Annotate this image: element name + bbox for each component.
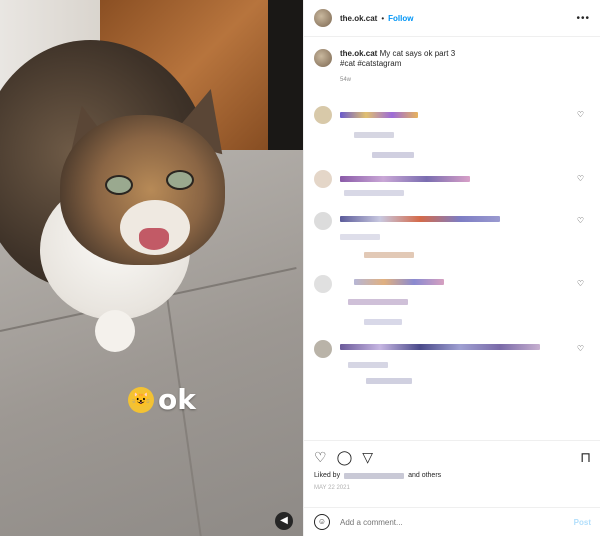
- like-comment-icon[interactable]: ♡: [577, 279, 584, 288]
- avatar[interactable]: [314, 106, 332, 124]
- instagram-post-modal: 😺 ok ◀ the.ok.cat • Follow ••• the.ok.ca…: [0, 0, 600, 536]
- view-replies-link[interactable]: [364, 252, 414, 258]
- follow-button[interactable]: Follow: [388, 14, 413, 23]
- comment-meta: [340, 234, 380, 240]
- comment-meta: [354, 132, 394, 138]
- smile-icon[interactable]: ☺: [314, 514, 330, 530]
- avatar[interactable]: [314, 9, 332, 27]
- separator-dot: •: [381, 13, 385, 23]
- caption-username[interactable]: the.ok.cat: [340, 49, 377, 58]
- comment-meta: [348, 299, 408, 305]
- post-side-panel: the.ok.cat • Follow ••• the.ok.cat My ca…: [303, 0, 600, 536]
- caption-row: the.ok.cat My cat says ok part 3 #cat #c…: [304, 37, 600, 85]
- avatar[interactable]: [314, 49, 332, 67]
- speaker-icon[interactable]: ◀: [275, 512, 293, 530]
- view-replies-link[interactable]: [364, 319, 402, 325]
- action-icons: ♡ ◯ ▽ ⊓: [304, 441, 600, 466]
- post-video[interactable]: 😺 ok ◀: [0, 0, 303, 536]
- like-comment-icon[interactable]: ♡: [577, 110, 584, 119]
- comment-item: ♡: [314, 340, 584, 400]
- avatar[interactable]: [314, 340, 332, 358]
- username-link[interactable]: the.ok.cat: [340, 14, 377, 23]
- comment-meta: [348, 362, 388, 368]
- comment-item: ♡: [314, 212, 584, 272]
- view-replies-link[interactable]: [366, 378, 412, 384]
- like-icon[interactable]: ♡: [314, 449, 327, 466]
- cat-paw: [95, 310, 135, 352]
- likes-summary: Liked by and others: [304, 466, 600, 479]
- comment-item: ♡: [314, 275, 584, 335]
- caption-timestamp: 54w: [340, 77, 352, 83]
- comment-meta: [344, 190, 404, 196]
- comment-text: [354, 279, 444, 285]
- cat-emoji-icon: 😺: [128, 386, 154, 413]
- comment-text: [340, 176, 470, 182]
- caption-hashtags[interactable]: #cat #catstagram: [340, 59, 401, 68]
- like-comment-icon[interactable]: ♡: [577, 344, 584, 353]
- save-icon[interactable]: ⊓: [580, 449, 591, 466]
- action-bar: ♡ ◯ ▽ ⊓ Liked by and others MAY 22 2021: [304, 440, 600, 491]
- caption-text: My cat says ok part 3: [379, 49, 456, 58]
- cat-eye: [105, 175, 133, 195]
- share-icon[interactable]: ▽: [362, 449, 373, 466]
- like-comment-icon[interactable]: ♡: [577, 174, 584, 183]
- cat-mouth: [139, 228, 169, 250]
- video-overlay-caption: 😺 ok: [128, 383, 196, 416]
- like-comment-icon[interactable]: ♡: [577, 216, 584, 225]
- overlay-text: ok: [158, 383, 196, 416]
- comment-icon[interactable]: ◯: [337, 449, 353, 466]
- comment-item: ♡: [314, 106, 584, 166]
- add-comment-input[interactable]: [338, 516, 542, 528]
- more-options-icon[interactable]: •••: [576, 13, 590, 24]
- comment-text: [340, 216, 500, 222]
- view-replies-link[interactable]: [372, 152, 414, 158]
- avatar[interactable]: [314, 170, 332, 188]
- liked-by-user-link[interactable]: [344, 472, 405, 479]
- liked-by-label: Liked by: [314, 472, 341, 479]
- avatar[interactable]: [314, 212, 332, 230]
- comment-text: [340, 344, 540, 350]
- others-link[interactable]: and others: [408, 472, 441, 479]
- avatar[interactable]: [314, 275, 332, 293]
- comment-composer: ☺ Post: [304, 507, 600, 536]
- post-header: the.ok.cat • Follow •••: [304, 0, 600, 37]
- cat-eye: [166, 170, 194, 190]
- comment-text: [340, 112, 418, 118]
- post-date: MAY 22 2021: [314, 485, 350, 491]
- post-comment-button[interactable]: Post: [574, 518, 591, 527]
- caption: the.ok.cat My cat says ok part 3 #cat #c…: [340, 49, 455, 85]
